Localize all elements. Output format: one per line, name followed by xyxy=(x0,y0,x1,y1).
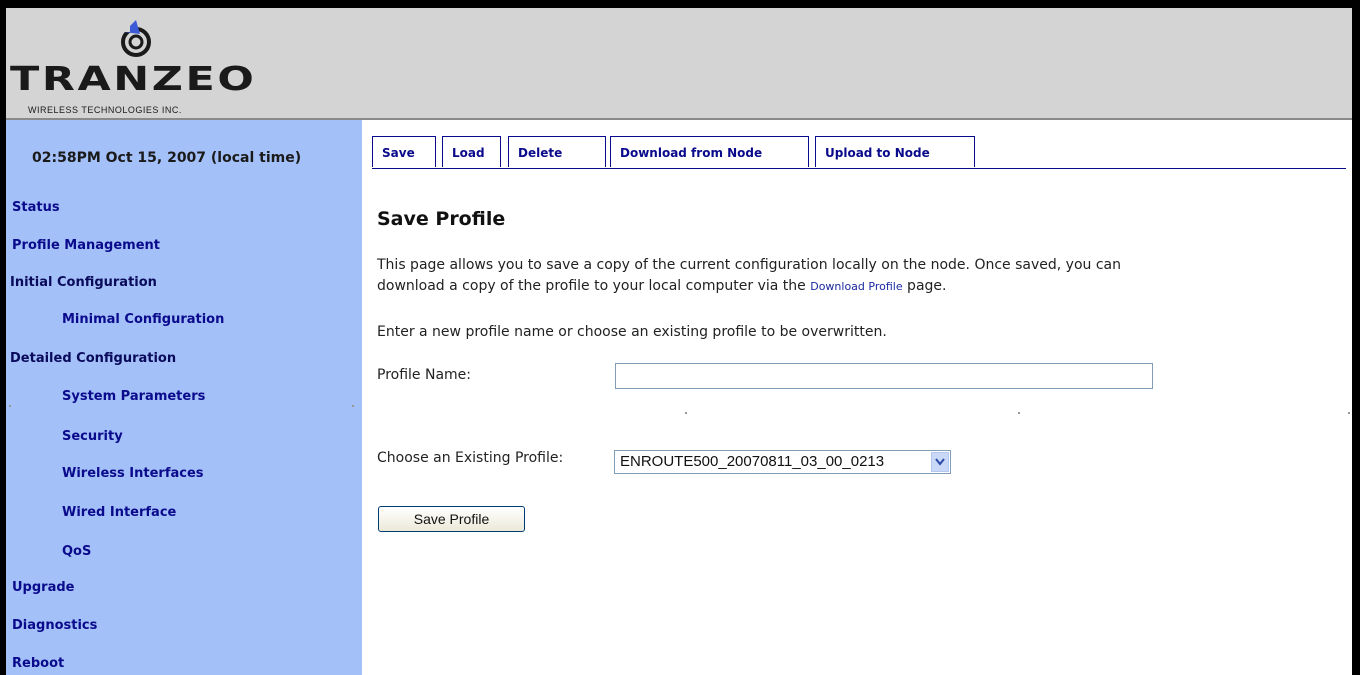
sidebar-item-reboot[interactable]: Reboot xyxy=(12,656,64,671)
app-window: TRANZEO WIRELESS TECHNOLOGIES INC. 02:58… xyxy=(6,8,1352,675)
logo-wordmark: TRANZEO xyxy=(10,59,257,98)
divider-dot xyxy=(352,405,354,407)
logo-signal-icon xyxy=(116,18,151,57)
sidebar-item-minimal-configuration[interactable]: Minimal Configuration xyxy=(62,312,224,327)
tab-upload-to-node[interactable]: Upload to Node xyxy=(815,136,975,167)
local-time: 02:58PM Oct 15, 2007 (local time) xyxy=(32,150,302,166)
intro-text-part: page. xyxy=(902,278,947,294)
sidebar-item-wired-interface[interactable]: Wired Interface xyxy=(62,505,176,520)
company-logo[interactable]: TRANZEO WIRELESS TECHNOLOGIES INC. xyxy=(10,14,300,115)
tab-load[interactable]: Load xyxy=(442,136,501,167)
divider-dot xyxy=(9,405,11,407)
tab-delete[interactable]: Delete xyxy=(508,136,606,167)
existing-profile-label: Choose an Existing Profile: xyxy=(377,450,564,466)
intro-text: This page allows you to save a copy of t… xyxy=(377,257,1121,273)
sidebar-item-upgrade[interactable]: Upgrade xyxy=(12,580,74,595)
dropdown-arrow-button[interactable] xyxy=(931,452,949,472)
tab-save[interactable]: Save xyxy=(372,136,436,167)
save-profile-button[interactable]: Save Profile xyxy=(378,506,525,532)
sidebar-item-status[interactable]: Status xyxy=(12,200,60,215)
sidebar-item-diagnostics[interactable]: Diagnostics xyxy=(12,618,97,633)
profile-name-label: Profile Name: xyxy=(377,367,472,383)
sidebar-section-initial-configuration: Initial Configuration xyxy=(10,275,157,290)
sidebar-item-qos[interactable]: QoS xyxy=(62,544,91,559)
page-title: Save Profile xyxy=(377,208,506,230)
sidebar-item-security[interactable]: Security xyxy=(62,429,123,444)
divider-dot xyxy=(1348,412,1350,414)
divider-dot xyxy=(1018,412,1020,414)
existing-profile-selected-value: ENROUTE500_20070811_03_00_0213 xyxy=(620,453,885,470)
logo-subtitle: WIRELESS TECHNOLOGIES INC. xyxy=(28,105,182,115)
main-content: Save Load Delete Download from Node Uplo… xyxy=(362,120,1352,675)
sidebar-item-system-parameters[interactable]: System Parameters xyxy=(62,389,205,404)
tab-download-from-node[interactable]: Download from Node xyxy=(610,136,809,167)
header: TRANZEO WIRELESS TECHNOLOGIES INC. xyxy=(6,8,1352,120)
intro-text-line-2: download a copy of the profile to your l… xyxy=(377,278,946,294)
profile-name-input[interactable] xyxy=(615,363,1153,389)
sidebar-section-detailed-configuration: Detailed Configuration xyxy=(10,351,177,366)
download-profile-link[interactable]: Download Profile xyxy=(810,280,902,293)
divider-dot xyxy=(685,412,687,414)
tab-bar: Save Load Delete Download from Node Uplo… xyxy=(372,136,1346,169)
instruction-text: Enter a new profile name or choose an ex… xyxy=(377,324,887,340)
sidebar-item-profile-management[interactable]: Profile Management xyxy=(12,238,160,253)
existing-profile-select[interactable]: ENROUTE500_20070811_03_00_0213 xyxy=(614,450,951,474)
sidebar-item-wireless-interfaces[interactable]: Wireless Interfaces xyxy=(62,466,204,481)
sidebar: 02:58PM Oct 15, 2007 (local time) Status… xyxy=(6,120,362,675)
intro-text-part: download a copy of the profile to your l… xyxy=(377,278,811,294)
chevron-down-icon xyxy=(935,458,945,466)
